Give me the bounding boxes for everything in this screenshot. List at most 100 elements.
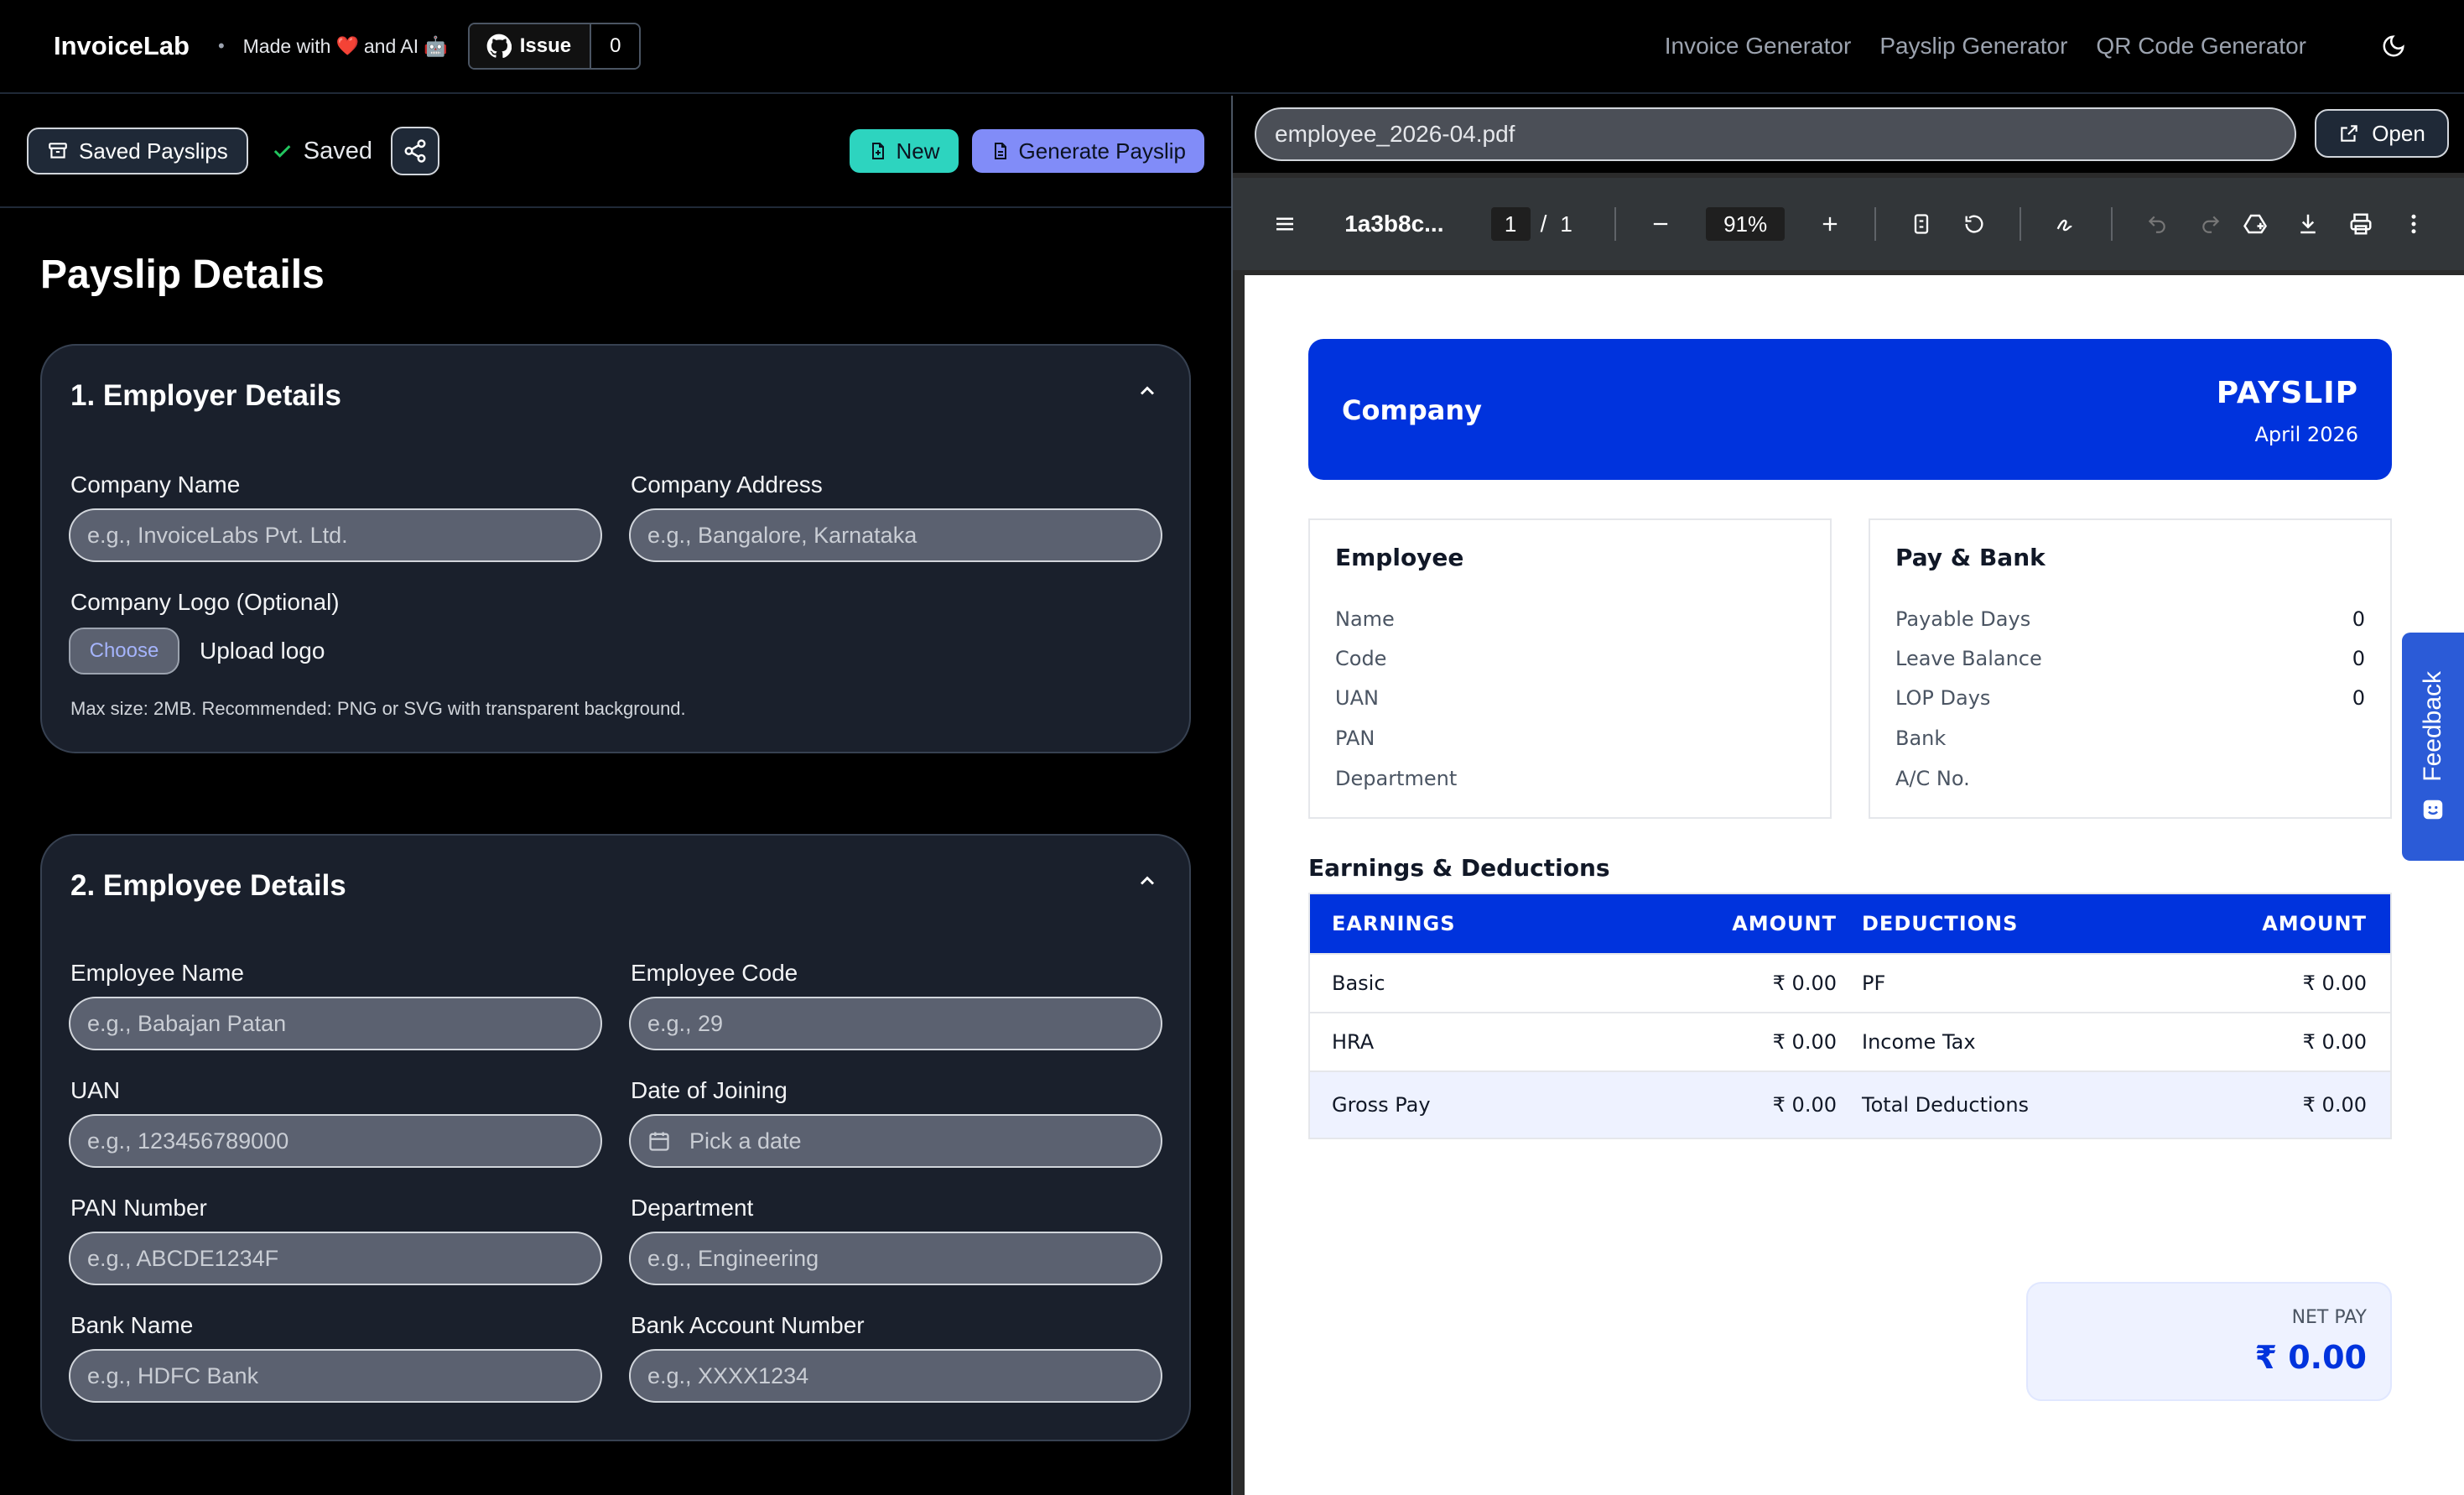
department-input[interactable]: e.g., Engineering [629, 1232, 1162, 1285]
cell: ₹ 0.00 [2302, 1030, 2367, 1054]
bank-name-label: Bank Name [70, 1312, 194, 1338]
github-icon [486, 34, 512, 59]
employee-info-heading: Employee [1335, 544, 1464, 571]
toolbar-divider [1874, 207, 1877, 241]
field-label: Bank [1895, 727, 1947, 750]
payslip-document: Company PAYSLIP April 2026 Employee Name… [1245, 275, 2464, 1495]
check-icon [273, 145, 291, 158]
cell: ₹ 0.00 [1772, 1030, 1837, 1054]
company-address-placeholder: e.g., Bangalore, Karnataka [647, 522, 918, 548]
nav-qr-generator[interactable]: QR Code Generator [2096, 33, 2306, 60]
generate-payslip-button[interactable]: Generate Payslip [971, 129, 1204, 173]
cell: ₹ 0.00 [1772, 1093, 1837, 1117]
bank-account-input[interactable]: e.g., XXXX1234 [629, 1349, 1162, 1403]
employee-field-name: Name [1335, 607, 1805, 631]
employee-field-pan: PAN [1335, 727, 1805, 750]
company-logo-label: Company Logo (Optional) [70, 589, 340, 615]
employee-card-title[interactable]: 2. Employee Details [70, 869, 346, 903]
zoom-in-icon[interactable] [1812, 206, 1848, 242]
net-pay-value: ₹ 0.00 [2254, 1339, 2367, 1376]
app-root: InvoiceLab • Made with ❤️ and AI 🤖 Issue… [0, 0, 2464, 1495]
col-amount: AMOUNT [1732, 912, 1837, 935]
field-label: Payable Days [1895, 607, 2031, 631]
feedback-tab[interactable]: Feedback [2402, 633, 2464, 861]
github-issue-widget[interactable]: Issue 0 [467, 23, 642, 70]
nav-payslip-generator[interactable]: Payslip Generator [1879, 33, 2067, 60]
download-icon[interactable] [2290, 206, 2326, 242]
page-title: Payslip Details [40, 253, 325, 297]
date-of-joining-picker[interactable]: Pick a date [629, 1114, 1162, 1168]
nav-links: Invoice Generator Payslip Generator QR C… [1665, 29, 2410, 63]
nav-invoice-generator[interactable]: Invoice Generator [1665, 33, 1852, 60]
employee-code-placeholder: e.g., 29 [647, 1010, 724, 1036]
field-value: 0 [2352, 686, 2365, 710]
rotate-icon[interactable] [1957, 206, 1993, 242]
save-to-drive-icon[interactable] [2237, 206, 2273, 242]
table-row: Basic ₹ 0.00 PF ₹ 0.00 [1310, 955, 2390, 1013]
zoom-out-icon[interactable] [1643, 206, 1679, 242]
pdf-preview-panel: employee_2026-04.pdf Open 1a3b8c... 1 / … [1231, 96, 2464, 1495]
uan-input[interactable]: e.g., 123456789000 [69, 1114, 602, 1168]
pay-field-payable-days: Payable Days 0 [1895, 607, 2365, 631]
pan-input[interactable]: e.g., ABCDE1234F [69, 1232, 602, 1285]
company-address-input[interactable]: e.g., Bangalore, Karnataka [629, 508, 1162, 562]
file-url-row: employee_2026-04.pdf Open [1233, 96, 2464, 173]
pay-field-account: A/C No. [1895, 767, 2365, 790]
open-pdf-button[interactable]: Open [2315, 109, 2449, 158]
uan-placeholder: e.g., 123456789000 [87, 1128, 289, 1154]
employee-code-input[interactable]: e.g., 29 [629, 997, 1162, 1050]
saved-payslips-button[interactable]: Saved Payslips [27, 128, 248, 175]
smile-icon [2423, 800, 2443, 820]
undo-icon[interactable] [2139, 206, 2175, 242]
department-placeholder: e.g., Engineering [647, 1245, 819, 1271]
col-earnings: EARNINGS [1332, 912, 1456, 935]
field-label: LOP Days [1895, 686, 1991, 710]
payslip-period: April 2026 [2254, 423, 2358, 446]
bank-account-label: Bank Account Number [631, 1312, 865, 1338]
field-label: PAN [1335, 727, 1375, 750]
employee-details-card: 2. Employee Details Employee Name e.g., … [40, 834, 1191, 1441]
page-number-input[interactable]: 1 [1490, 207, 1531, 241]
bank-name-input[interactable]: e.g., HDFC Bank [69, 1349, 602, 1403]
cell: ₹ 0.00 [2302, 1093, 2367, 1117]
choose-file-button[interactable]: Choose [69, 628, 179, 675]
table-row: HRA ₹ 0.00 Income Tax ₹ 0.00 [1310, 1013, 2390, 1072]
share-button[interactable] [391, 127, 439, 175]
chevron-up-icon[interactable] [1136, 379, 1159, 403]
toolbar-divider [2019, 207, 2021, 241]
redo-icon[interactable] [2192, 206, 2228, 242]
employee-name-input[interactable]: e.g., Babajan Patan [69, 997, 602, 1050]
cell: Basic [1332, 971, 1385, 995]
table-header-row: EARNINGS AMOUNT DEDUCTIONS AMOUNT [1310, 894, 2390, 955]
field-label: Name [1335, 607, 1395, 631]
payslip-title: PAYSLIP [2216, 376, 2358, 410]
field-label: Department [1335, 767, 1458, 790]
brand-logo[interactable]: InvoiceLab [54, 31, 190, 61]
chevron-up-icon[interactable] [1136, 869, 1159, 893]
employer-card-title[interactable]: 1. Employer Details [70, 379, 341, 413]
brand-separator: • [217, 35, 225, 56]
pdf-filename-field[interactable]: employee_2026-04.pdf [1255, 107, 2296, 161]
annotate-icon[interactable] [2048, 206, 2084, 242]
company-name-input[interactable]: e.g., InvoiceLabs Pvt. Ltd. [69, 508, 602, 562]
payslip-header-banner: Company PAYSLIP April 2026 [1308, 339, 2392, 480]
theme-toggle-moon-icon[interactable] [2377, 29, 2410, 63]
table-total-row: Gross Pay ₹ 0.00 Total Deductions ₹ 0.00 [1310, 1072, 2390, 1138]
uan-label: UAN [70, 1077, 121, 1103]
pay-bank-heading: Pay & Bank [1895, 544, 2046, 571]
new-button[interactable]: New [849, 129, 959, 173]
more-vertical-icon[interactable] [2396, 206, 2432, 242]
col-deductions: DEDUCTIONS [1862, 912, 2019, 935]
company-name-placeholder: e.g., InvoiceLabs Pvt. Ltd. [87, 522, 348, 548]
company-name-label: Company Name [70, 471, 241, 497]
github-issue-button[interactable]: Issue [469, 24, 592, 68]
zoom-level[interactable]: 91% [1706, 207, 1786, 241]
page-total: 1 [1560, 211, 1572, 237]
cell: ₹ 0.00 [2302, 971, 2367, 995]
saved-status: Saved [270, 138, 372, 165]
menu-icon[interactable] [1266, 206, 1302, 242]
print-icon[interactable] [2343, 206, 2379, 242]
fit-page-icon[interactable] [1903, 206, 1939, 242]
toolbar-divider [2110, 207, 2113, 241]
top-navbar: InvoiceLab • Made with ❤️ and AI 🤖 Issue… [0, 0, 2464, 94]
